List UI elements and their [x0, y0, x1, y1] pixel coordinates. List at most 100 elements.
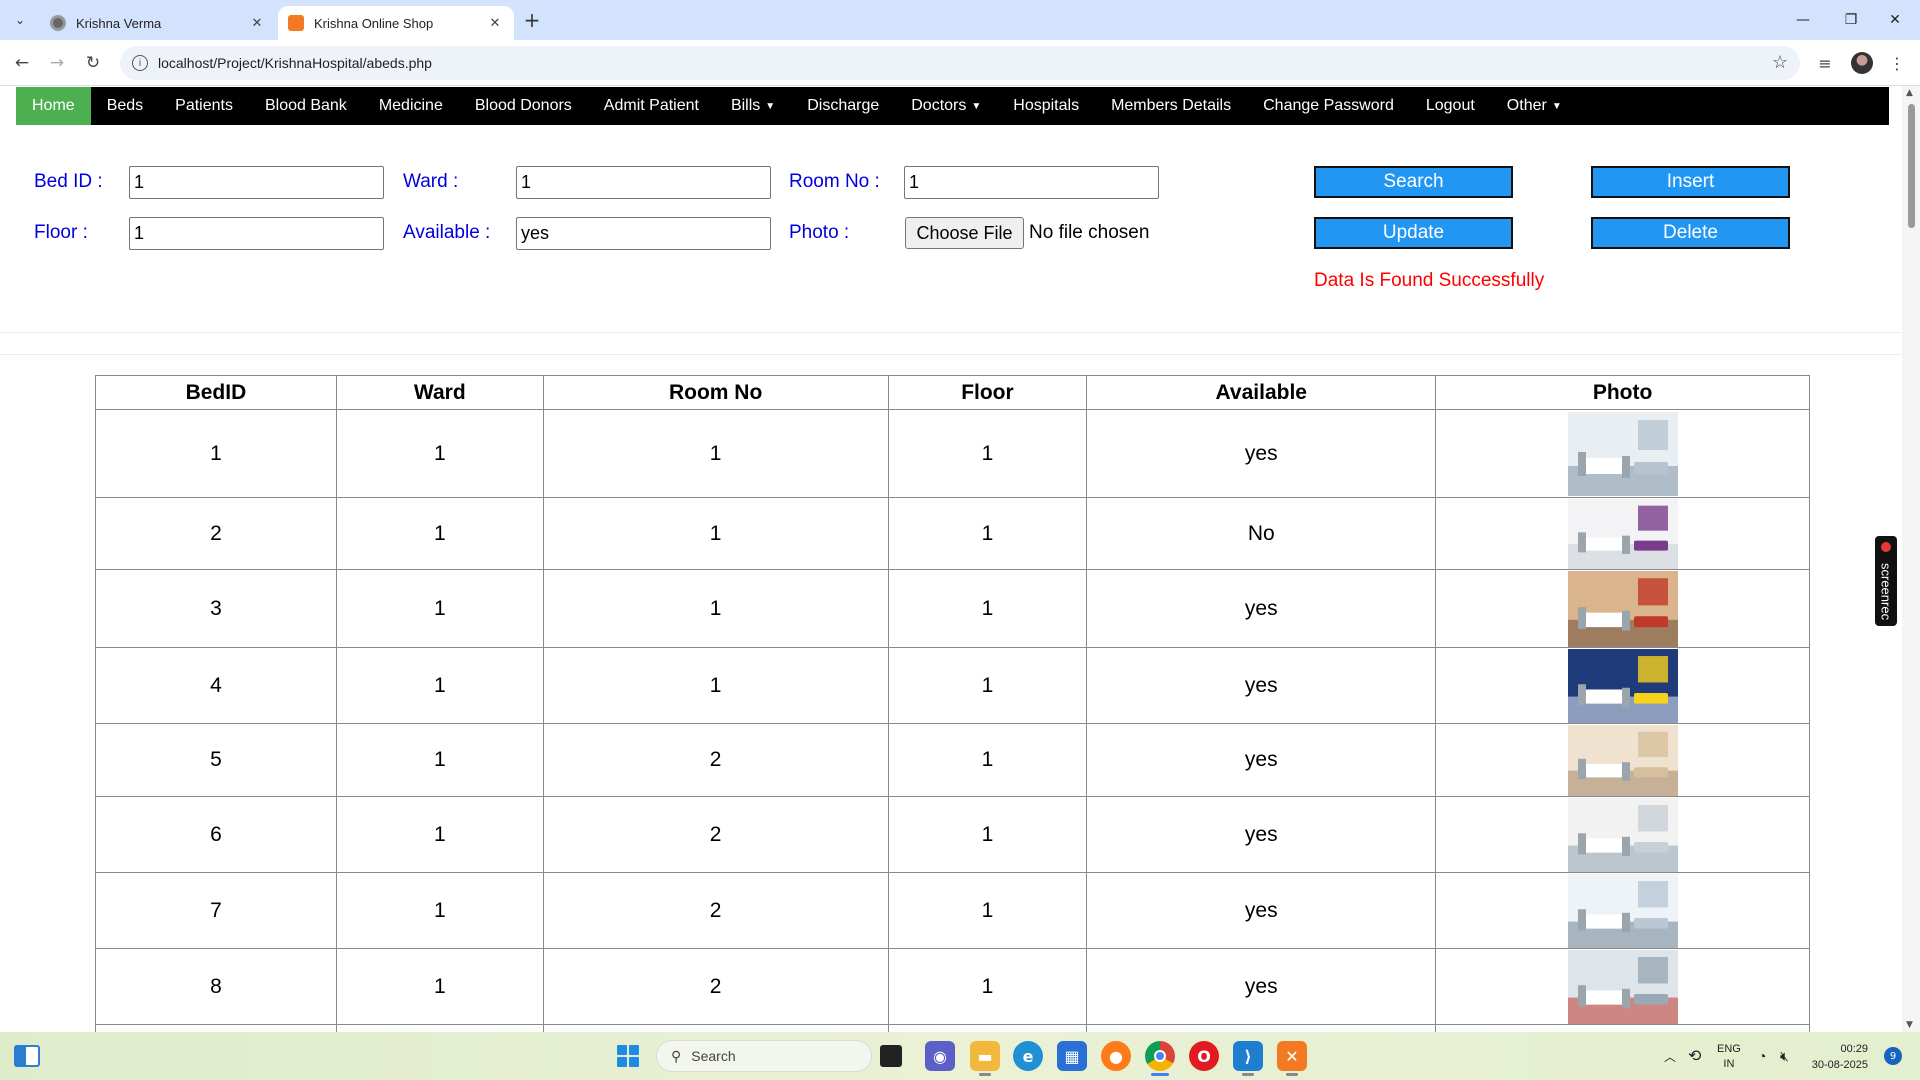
show-hidden-icons[interactable]: ︿	[1664, 1032, 1676, 1080]
nav-item-blood-bank[interactable]: Blood Bank	[249, 87, 363, 125]
tab-search-chevron-icon[interactable]: ⌄	[8, 8, 32, 32]
microsoft-store-icon[interactable]: ▦	[1057, 1041, 1087, 1071]
chrome-icon[interactable]	[1145, 1041, 1175, 1076]
insert-button[interactable]: Insert	[1591, 166, 1790, 198]
tab-title: Krishna Verma	[76, 15, 162, 31]
nav-item-medicine[interactable]: Medicine	[363, 87, 459, 125]
vscode-icon[interactable]: ⟩	[1233, 1041, 1263, 1076]
language-code: ENG	[1717, 1043, 1741, 1055]
cell-room: 2	[542, 723, 889, 797]
update-button[interactable]: Update	[1314, 217, 1513, 249]
hospital-bed-photo	[1567, 570, 1678, 647]
beds-table: BedID Ward Room No Floor Available Photo…	[95, 375, 1810, 1032]
delete-button[interactable]: Delete	[1591, 217, 1790, 249]
opera-icon[interactable]: O	[1189, 1041, 1219, 1071]
search-button[interactable]: Search	[1314, 166, 1513, 198]
restore-icon[interactable]: ❐	[1836, 8, 1866, 32]
bed-id-label: Bed ID :	[34, 171, 103, 192]
browser-tab-krishna-online-shop[interactable]: Krishna Online Shop ✕	[278, 6, 514, 40]
page-scrollbar[interactable]: ▲ ▼	[1902, 86, 1920, 1032]
nav-item-other[interactable]: Other ▼	[1491, 87, 1578, 125]
divider	[0, 332, 1902, 333]
teams-chat-icon[interactable]: ◉	[925, 1041, 955, 1071]
file-explorer-icon[interactable]: ▬	[970, 1041, 1000, 1076]
profile-avatar[interactable]	[1851, 52, 1873, 74]
nav-item-change-password[interactable]: Change Password	[1247, 87, 1410, 125]
screenrec-widget[interactable]: screenrec	[1875, 536, 1897, 626]
column-header-available: Available	[1086, 375, 1437, 410]
ward-input[interactable]	[516, 166, 771, 199]
scroll-down-icon[interactable]: ▼	[1906, 1020, 1913, 1030]
nav-item-bills[interactable]: Bills ▼	[715, 87, 791, 125]
widgets-icon[interactable]	[14, 1045, 40, 1067]
task-view-icon[interactable]	[880, 1045, 902, 1067]
xampp-icon[interactable]: ✕	[1277, 1041, 1307, 1076]
browser-toolbar: ← → ↻ i localhost/Project/KrishnaHospita…	[0, 40, 1920, 86]
browser-tab-krishna-verma[interactable]: Krishna Verma ✕	[40, 6, 276, 40]
speaker-muted-icon[interactable]: 🔇︎	[1780, 1032, 1789, 1080]
taskbar-search[interactable]: ⚲ Search	[656, 1040, 872, 1072]
notification-badge[interactable]: 9	[1884, 1047, 1902, 1065]
close-tab-icon[interactable]: ✕	[486, 14, 504, 32]
minimize-icon[interactable]: —	[1788, 8, 1818, 32]
cell-room: 1	[542, 497, 889, 570]
close-tab-icon[interactable]: ✕	[248, 14, 266, 32]
no-file-chosen-text: No file chosen	[1029, 222, 1150, 243]
forward-icon[interactable]: →	[44, 50, 70, 76]
bed-id-input[interactable]	[129, 166, 384, 199]
screenrec-label: screenrec	[1878, 562, 1894, 620]
scrollbar-thumb[interactable]	[1908, 104, 1915, 228]
nav-item-label: Medicine	[378, 97, 443, 114]
nav-item-admit-patient[interactable]: Admit Patient	[588, 87, 715, 125]
tab-title: Krishna Online Shop	[314, 15, 434, 31]
choose-file-button[interactable]: Choose File	[905, 217, 1024, 249]
available-input[interactable]	[516, 217, 771, 250]
nav-item-patients[interactable]: Patients	[159, 87, 249, 125]
site-info-icon[interactable]: i	[132, 55, 148, 71]
nav-item-hospitals[interactable]: Hospitals	[997, 87, 1095, 125]
close-window-icon[interactable]: ✕	[1880, 8, 1910, 32]
cell-bedid: 5	[95, 723, 337, 797]
url-text: localhost/Project/KrishnaHospital/abeds.…	[158, 55, 432, 71]
hospital-bed-photo	[1567, 797, 1678, 872]
back-icon[interactable]: ←	[9, 50, 35, 76]
table-cell	[335, 1024, 544, 1032]
cell-bedid: 2	[95, 497, 337, 570]
firefox-icon[interactable]: ●	[1101, 1041, 1131, 1071]
sync-icon[interactable]: ⟲	[1688, 1032, 1701, 1080]
language-indicator[interactable]: ENG IN	[1717, 1042, 1741, 1072]
taskbar-clock[interactable]: 00:29 30-08-2025	[1808, 1041, 1868, 1073]
cell-photo	[1435, 497, 1810, 570]
nav-item-home[interactable]: Home	[16, 87, 91, 125]
nav-item-discharge[interactable]: Discharge	[791, 87, 895, 125]
browser-menu-icon[interactable]: ⋮	[1884, 50, 1910, 76]
hospital-bed-photo	[1567, 873, 1678, 948]
floor-label: Floor :	[34, 222, 88, 243]
media-control-icon[interactable]: ≡	[1812, 50, 1838, 76]
cell-ward: 1	[335, 647, 544, 724]
address-bar[interactable]: i localhost/Project/KrishnaHospital/abed…	[120, 46, 1800, 80]
floor-input[interactable]	[129, 217, 384, 250]
nav-item-label: Change Password	[1263, 97, 1394, 114]
nav-item-label: Discharge	[807, 97, 880, 114]
nav-item-logout[interactable]: Logout	[1410, 87, 1491, 125]
nav-item-members-details[interactable]: Members Details	[1095, 87, 1247, 125]
scroll-up-icon[interactable]: ▲	[1906, 88, 1913, 98]
record-dot-icon	[1881, 542, 1891, 552]
bookmark-star-icon[interactable]: ☆	[1772, 52, 1788, 73]
language-region: IN	[1723, 1058, 1735, 1070]
windows-start-icon[interactable]	[617, 1045, 639, 1067]
room-no-input[interactable]	[904, 166, 1159, 199]
column-header-photo: Photo	[1435, 375, 1810, 410]
nav-item-beds[interactable]: Beds	[91, 87, 159, 125]
new-tab-button[interactable]: +	[520, 8, 544, 32]
nav-item-label: Other	[1506, 97, 1547, 114]
wifi-icon[interactable]: ◔	[1758, 1032, 1766, 1080]
web-page: Home Beds Patients Blood Bank Medicine Blood …	[0, 86, 1902, 1032]
hospital-bed-photo	[1567, 648, 1678, 723]
nav-item-doctors[interactable]: Doctors ▼	[895, 87, 997, 125]
edge-icon[interactable]: e	[1013, 1041, 1043, 1071]
nav-item-blood-donors[interactable]: Blood Donors	[459, 87, 588, 125]
reload-icon[interactable]: ↻	[80, 50, 106, 76]
available-label: Available :	[403, 222, 491, 243]
